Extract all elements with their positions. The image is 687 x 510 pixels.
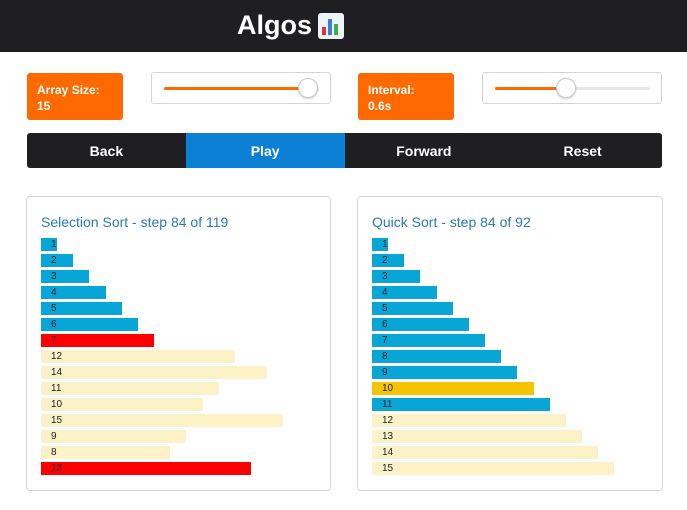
selection-sort-bar: 2 — [41, 254, 73, 267]
quick-sort-bar: 3 — [372, 270, 420, 283]
selection-sort-bar: 6 — [41, 318, 138, 331]
quick-sort-bar: 13 — [372, 430, 582, 443]
array-size-label-text: Array Size: — [37, 83, 100, 97]
selection-sort-title: Selection Sort - step 84 of 119 — [41, 214, 229, 230]
quick-sort-bar: 8 — [372, 350, 501, 363]
selection-sort-bar: 13 — [41, 462, 251, 475]
quick-sort-bar: 12 — [372, 414, 566, 427]
selection-sort-bar: 15 — [41, 414, 283, 427]
quick-sort-panel: Quick Sort - step 84 of 92 1 2 3 4 5 6 7 8 9 10 11… — [357, 196, 663, 491]
quick-sort-bar: 10 — [372, 382, 534, 395]
quick-sort-title: Quick Sort - step 84 of 92 — [372, 214, 531, 230]
selection-sort-bar: 12 — [41, 350, 235, 363]
interval-slider[interactable] — [482, 72, 662, 104]
app-title: Algos — [237, 10, 345, 41]
interval-label-text: Interval: — [368, 83, 415, 97]
selection-sort-bar: 14 — [41, 366, 267, 379]
app-title-text: Algos — [237, 10, 313, 40]
quick-sort-bar: 4 — [372, 286, 437, 299]
selection-sort-bar: 1 — [41, 238, 57, 251]
quick-sort-bar: 15 — [372, 462, 614, 475]
playback-controls: Back Play Forward Reset — [27, 133, 662, 168]
quick-sort-bar: 2 — [372, 254, 404, 267]
array-size-slider-fill — [164, 87, 308, 90]
selection-sort-bar: 7 — [41, 334, 154, 347]
quick-sort-bar: 5 — [372, 302, 453, 315]
selection-sort-bar: 4 — [41, 286, 106, 299]
array-size-slider-track[interactable] — [164, 78, 319, 98]
quick-sort-bar: 14 — [372, 446, 598, 459]
selection-sort-bar: 5 — [41, 302, 122, 315]
quick-sort-bar: 7 — [372, 334, 485, 347]
selection-sort-bar: 8 — [41, 446, 170, 459]
array-size-value: 15 — [37, 99, 51, 113]
interval-slider-thumb[interactable] — [556, 78, 576, 98]
reset-button[interactable]: Reset — [503, 133, 662, 168]
forward-button[interactable]: Forward — [345, 133, 504, 168]
selection-sort-bar: 3 — [41, 270, 89, 283]
selection-sort-bar: 9 — [41, 430, 186, 443]
quick-sort-bar: 11 — [372, 398, 550, 411]
selection-sort-panel: Selection Sort - step 84 of 119 12345671… — [26, 196, 331, 491]
quick-sort-bar: 1 — [372, 238, 388, 251]
array-size-slider[interactable] — [151, 72, 331, 104]
quick-sort-bar: 9 — [372, 366, 517, 379]
array-size-label: Array Size: 15 — [27, 73, 123, 120]
bar-chart-icon — [318, 12, 345, 39]
interval-label: Interval: 0.6s — [358, 73, 454, 120]
app-header: Algos — [0, 0, 687, 52]
interval-slider-track[interactable] — [495, 78, 650, 98]
selection-sort-bar: 10 — [41, 398, 203, 411]
array-size-slider-thumb[interactable] — [298, 78, 318, 98]
interval-value: 0.6s — [368, 99, 392, 113]
quick-sort-bar: 6 — [372, 318, 469, 331]
back-button[interactable]: Back — [27, 133, 186, 168]
play-button[interactable]: Play — [185, 133, 345, 168]
selection-sort-bar: 11 — [41, 382, 219, 395]
